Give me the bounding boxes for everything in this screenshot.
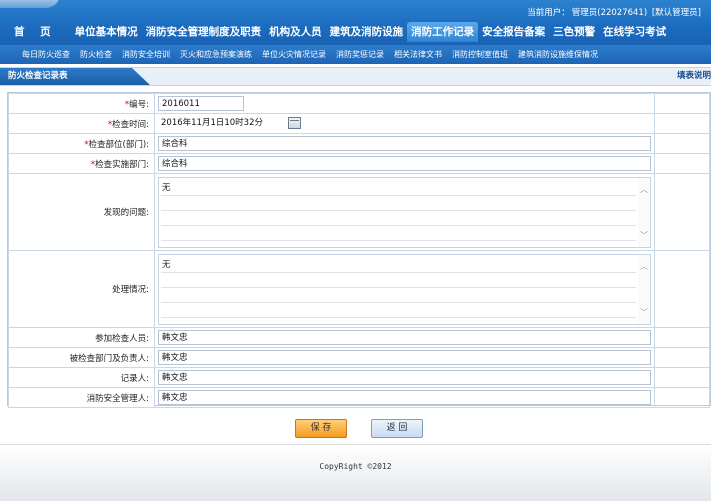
check-time-input[interactable]: 2016年11月1日10时32分	[158, 116, 283, 131]
form-row-check-dept: *检查部位(部门): 综合科	[8, 133, 710, 154]
check-dept-label: 检查部位(部门):	[88, 139, 150, 150]
nav-item-unit-info[interactable]: 单位基本情况	[71, 22, 142, 42]
field-label: *编号:	[8, 93, 155, 114]
form-row-participants: 参加检查人员: 韩文忠	[8, 327, 710, 348]
subnav-item-fire-check[interactable]: 防火检查	[75, 49, 117, 60]
subnav-item-rewards[interactable]: 消防奖惩记录	[331, 49, 389, 60]
chevron-down-icon[interactable]: ﹀	[640, 307, 648, 318]
handling-textarea[interactable]: 无 ︿ ﹀	[158, 253, 651, 325]
inspection-form: *编号: 2016011 *检查时间: 2016年11月1日10时32分 *检查…	[7, 92, 711, 408]
form-table: *编号: 2016011 *检查时间: 2016年11月1日10时32分 *检查…	[8, 93, 710, 408]
impl-dept-input[interactable]: 综合科	[158, 156, 651, 171]
number-input[interactable]: 2016011	[158, 96, 244, 111]
number-label: 编号:	[129, 99, 149, 110]
form-row-recorder: 记录人: 韩文忠	[8, 367, 710, 388]
form-row-inspected-head: 被检查部门及负责人: 韩文忠	[8, 347, 710, 368]
help-link[interactable]: 填表说明	[677, 68, 711, 85]
inspected-head-label: 被检查部门及负责人:	[69, 353, 149, 364]
form-row-number: *编号: 2016011	[8, 93, 710, 114]
current-user-name: 管理员(22027641)	[571, 8, 648, 18]
form-row-impl-dept: *检查实施部门: 综合科	[8, 153, 710, 174]
user-info-bar: 当前用户： 管理员(22027641) [默认管理员]	[525, 6, 701, 18]
save-button[interactable]: 保 存	[295, 419, 347, 438]
recorder-input[interactable]: 韩文忠	[158, 370, 651, 385]
current-user-label: 当前用户：	[527, 8, 570, 18]
problems-text: 无	[162, 182, 171, 193]
subnav-item-fire-records[interactable]: 单位火灾情况记录	[257, 49, 331, 60]
chevron-up-icon[interactable]: ︿	[640, 184, 648, 195]
nav-item-safety-reports[interactable]: 安全报告备案	[478, 22, 549, 42]
safety-manager-label: 消防安全管理人:	[86, 393, 149, 404]
problems-label: 发现的问题:	[103, 208, 149, 218]
app-logo	[0, 0, 60, 8]
check-dept-input[interactable]: 综合科	[158, 136, 651, 151]
check-time-label: 检查时间:	[112, 119, 149, 130]
nav-item-online-exam[interactable]: 在线学习考试	[599, 22, 670, 42]
form-row-check-time: *检查时间: 2016年11月1日10时32分	[8, 113, 710, 134]
inspected-head-input[interactable]: 韩文忠	[158, 350, 651, 365]
form-row-problems: 发现的问题: 无 ︿ ﹀	[8, 173, 710, 251]
nav-item-buildings[interactable]: 建筑及消防设施	[326, 22, 408, 42]
problems-textarea[interactable]: 无 ︿ ﹀	[158, 176, 651, 248]
sub-nav: 每日防火巡查 防火检查 消防安全培训 灭火和应急预案演练 单位火灾情况记录 消防…	[0, 45, 711, 64]
participants-input[interactable]: 韩文忠	[158, 330, 651, 345]
back-button[interactable]: 返 回	[371, 419, 423, 438]
top-header: 当前用户： 管理员(22027641) [默认管理员] 首 页 单位基本情况 消防…	[0, 0, 711, 45]
recorder-label: 记录人:	[120, 373, 149, 384]
nav-item-three-color-alert[interactable]: 三色预警	[549, 22, 599, 42]
subnav-item-control-room[interactable]: 消防控制室值班	[447, 49, 513, 60]
subnav-item-daily-patrol[interactable]: 每日防火巡查	[0, 49, 75, 60]
default-admin-link[interactable]: [默认管理员]	[652, 8, 701, 18]
nav-item-organization[interactable]: 机构及人员	[265, 22, 326, 42]
textarea-scrollbar[interactable]: ︿ ﹀	[638, 177, 650, 247]
form-row-handling: 处理情况: 无 ︿ ﹀	[8, 250, 710, 328]
textarea-scrollbar[interactable]: ︿ ﹀	[638, 254, 650, 324]
nav-item-safety-rules[interactable]: 消防安全管理制度及职责	[142, 22, 266, 42]
form-row-safety-manager: 消防安全管理人: 韩文忠	[8, 387, 710, 408]
subnav-item-legal-docs[interactable]: 相关法律文书	[389, 49, 447, 60]
handling-text: 无	[162, 259, 171, 270]
subnav-item-training[interactable]: 消防安全培训	[117, 49, 175, 60]
panel-title: 防火检查记录表	[0, 68, 150, 85]
nav-item-home[interactable]: 首 页	[0, 22, 71, 42]
subnav-item-maintenance[interactable]: 建筑消防设施维保情况	[513, 49, 603, 60]
impl-dept-label: 检查实施部门:	[95, 159, 149, 170]
panel-title-bar: 防火检查记录表 填表说明	[0, 67, 711, 86]
participants-label: 参加检查人员:	[95, 333, 149, 344]
safety-manager-input[interactable]: 韩文忠	[158, 390, 651, 405]
handling-label: 处理情况:	[112, 285, 149, 295]
chevron-up-icon[interactable]: ︿	[640, 261, 648, 272]
page-footer: CopyRight ©2012	[0, 444, 711, 501]
nav-item-fire-work-records[interactable]: 消防工作记录	[407, 22, 479, 42]
form-actions: 保 存 返 回	[0, 419, 711, 439]
calendar-icon[interactable]	[287, 116, 301, 129]
copyright-text: CopyRight ©2012	[319, 462, 392, 471]
main-nav: 首 页 单位基本情况 消防安全管理制度及职责 机构及人员 建筑及消防设施 消防工…	[0, 22, 670, 42]
subnav-item-drills[interactable]: 灭火和应急预案演练	[175, 49, 257, 60]
chevron-down-icon[interactable]: ﹀	[640, 230, 648, 241]
